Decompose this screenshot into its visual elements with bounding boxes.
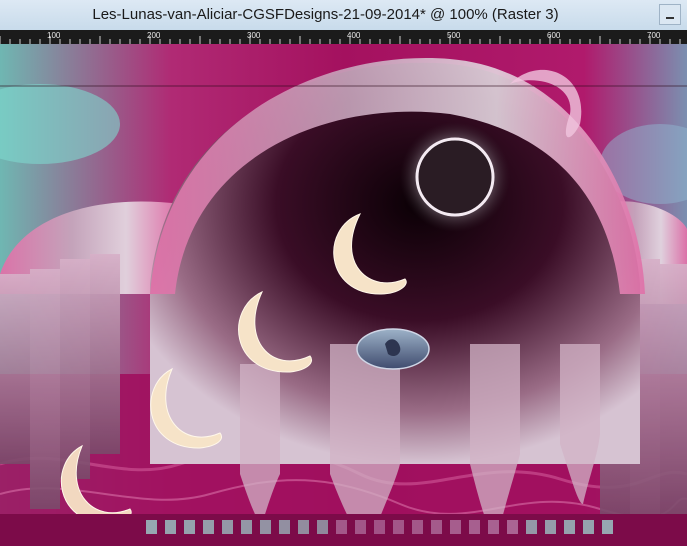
horizontal-ruler[interactable]: 100 200 300 400 500 600 700 <box>0 30 687 44</box>
strip-square <box>412 520 423 534</box>
strip-square <box>469 520 480 534</box>
strip-square <box>374 520 385 534</box>
strip-square <box>203 520 214 534</box>
eclipse-ring <box>415 137 495 217</box>
strip-square <box>526 520 537 534</box>
minimize-icon[interactable] <box>659 4 681 25</box>
strip-square <box>279 520 290 534</box>
ruler-label-500: 500 <box>447 31 461 40</box>
artwork <box>0 44 687 546</box>
ruler-label-400: 400 <box>347 31 361 40</box>
strip-square <box>355 520 366 534</box>
ruler-label-600: 600 <box>547 31 561 40</box>
window-title: Les-Lunas-van-Aliciar-CGSFDesigns-21-09-… <box>92 6 559 23</box>
image-window: Les-Lunas-van-Aliciar-CGSFDesigns-21-09-… <box>0 0 687 546</box>
strip-square <box>602 520 613 534</box>
ruler-label-700: 700 <box>647 31 661 40</box>
ruler-graphic: 100 200 300 400 500 600 700 <box>0 31 681 44</box>
strip-square <box>450 520 461 534</box>
strip-square <box>165 520 176 534</box>
image-canvas[interactable] <box>0 44 687 546</box>
strip-square <box>317 520 328 534</box>
ruler-label-100: 100 <box>47 31 61 40</box>
strip-square <box>393 520 404 534</box>
strip-square <box>260 520 271 534</box>
strip-square <box>545 520 556 534</box>
strip-square <box>222 520 233 534</box>
strip-square <box>507 520 518 534</box>
strip-square <box>184 520 195 534</box>
strip-square <box>564 520 575 534</box>
strip-square <box>298 520 309 534</box>
ruler-label-200: 200 <box>147 31 161 40</box>
strip-square <box>431 520 442 534</box>
title-bar[interactable]: Les-Lunas-van-Aliciar-CGSFDesigns-21-09-… <box>0 0 687 31</box>
ruler-label-300: 300 <box>247 31 261 40</box>
strip-square <box>583 520 594 534</box>
strip-square <box>488 520 499 534</box>
strip-square <box>146 520 157 534</box>
strip-square <box>241 520 252 534</box>
strip-square <box>336 520 347 534</box>
